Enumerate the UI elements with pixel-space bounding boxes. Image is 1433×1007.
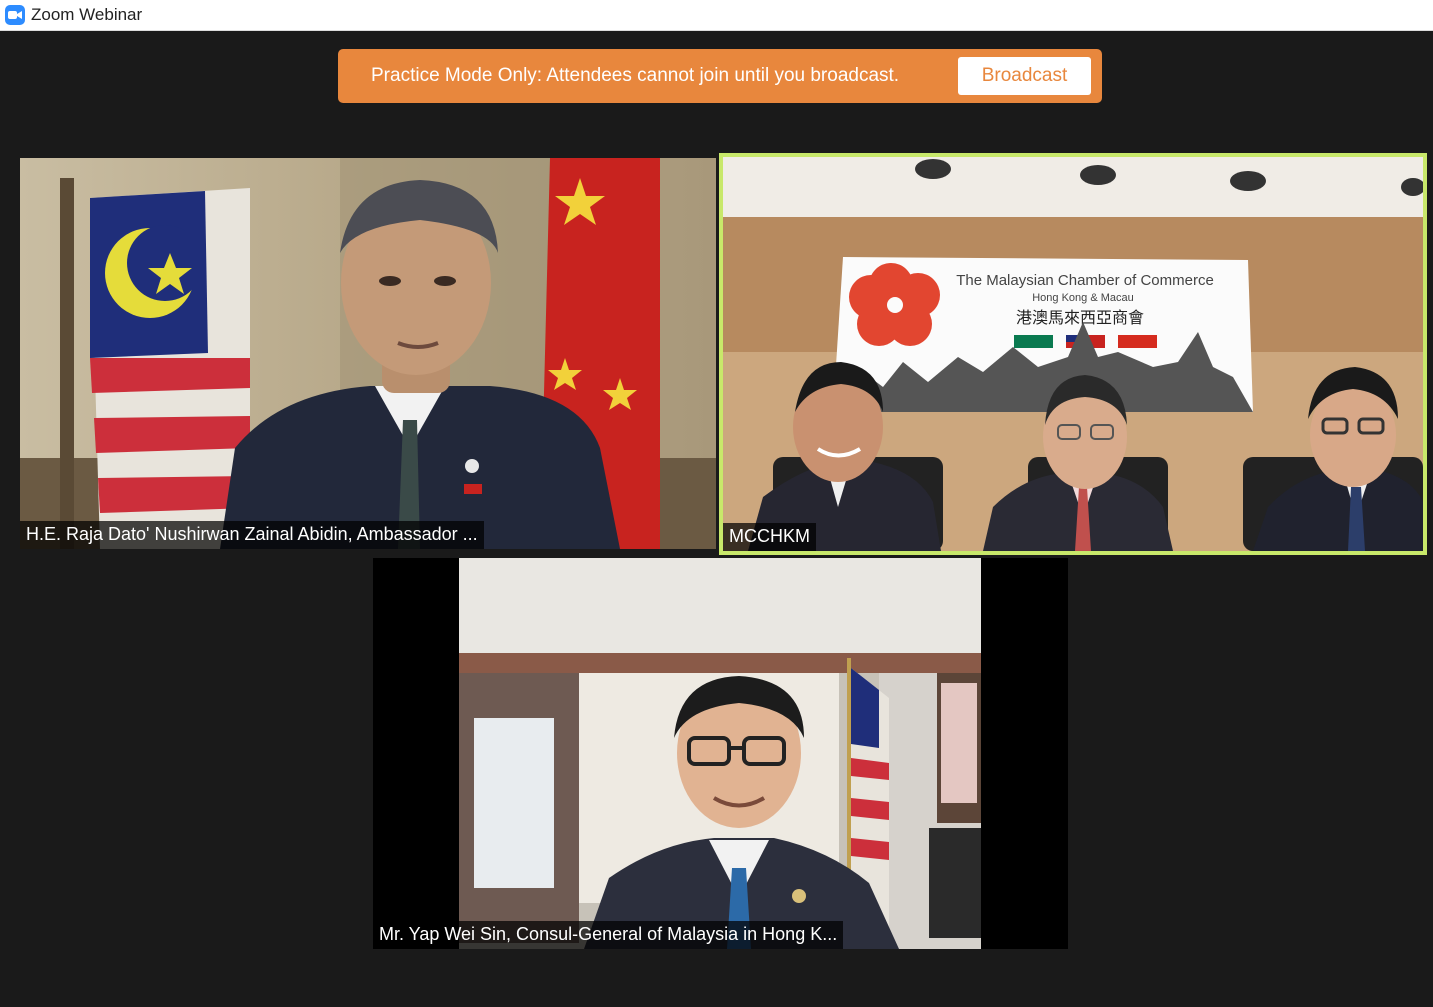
backdrop-region: Hong Kong & Macau: [1032, 292, 1134, 304]
chamber-backdrop-banner: The Malaysian Chamber of Commerce Hong K…: [833, 257, 1253, 412]
macau-flag: [1014, 335, 1053, 348]
window-title: Zoom Webinar: [31, 5, 143, 24]
video-tile-ambassador[interactable]: H.E. Raja Dato' Nushirwan Zainal Abidin,…: [20, 158, 716, 549]
participant-group-mcchkm: [748, 362, 1423, 551]
printer: [929, 828, 981, 938]
video-tile-mcchkm[interactable]: The Malaysian Chamber of Commerce Hong K…: [723, 157, 1423, 551]
broadcast-button[interactable]: Broadcast: [958, 57, 1091, 95]
backdrop-org-name: The Malaysian Chamber of Commerce: [956, 272, 1214, 289]
practice-mode-banner: Practice Mode Only: Attendees cannot joi…: [338, 49, 1102, 103]
hongkong-flag: [1118, 335, 1157, 348]
video-feed-mcchkm: The Malaysian Chamber of Commerce Hong K…: [723, 157, 1423, 551]
webinar-stage: Practice Mode Only: Attendees cannot joi…: [0, 31, 1433, 1007]
window-titlebar: Zoom Webinar: [0, 0, 1433, 31]
video-feed-consul-general: [373, 558, 1068, 949]
practice-mode-message: Practice Mode Only: Attendees cannot joi…: [371, 65, 900, 86]
backdrop-chinese-name: 港澳馬來西亞商會: [1016, 308, 1144, 327]
video-feed-ambassador: [20, 158, 716, 549]
video-tile-consul-general[interactable]: Mr. Yap Wei Sin, Consul-General of Malay…: [373, 558, 1068, 949]
participant-name-mcchkm: MCCHKM: [723, 523, 816, 551]
participant-name-ambassador: H.E. Raja Dato' Nushirwan Zainal Abidin,…: [20, 521, 484, 549]
participant-name-consul-general: Mr. Yap Wei Sin, Consul-General of Malay…: [373, 921, 844, 949]
zoom-camera-icon: [5, 5, 25, 25]
